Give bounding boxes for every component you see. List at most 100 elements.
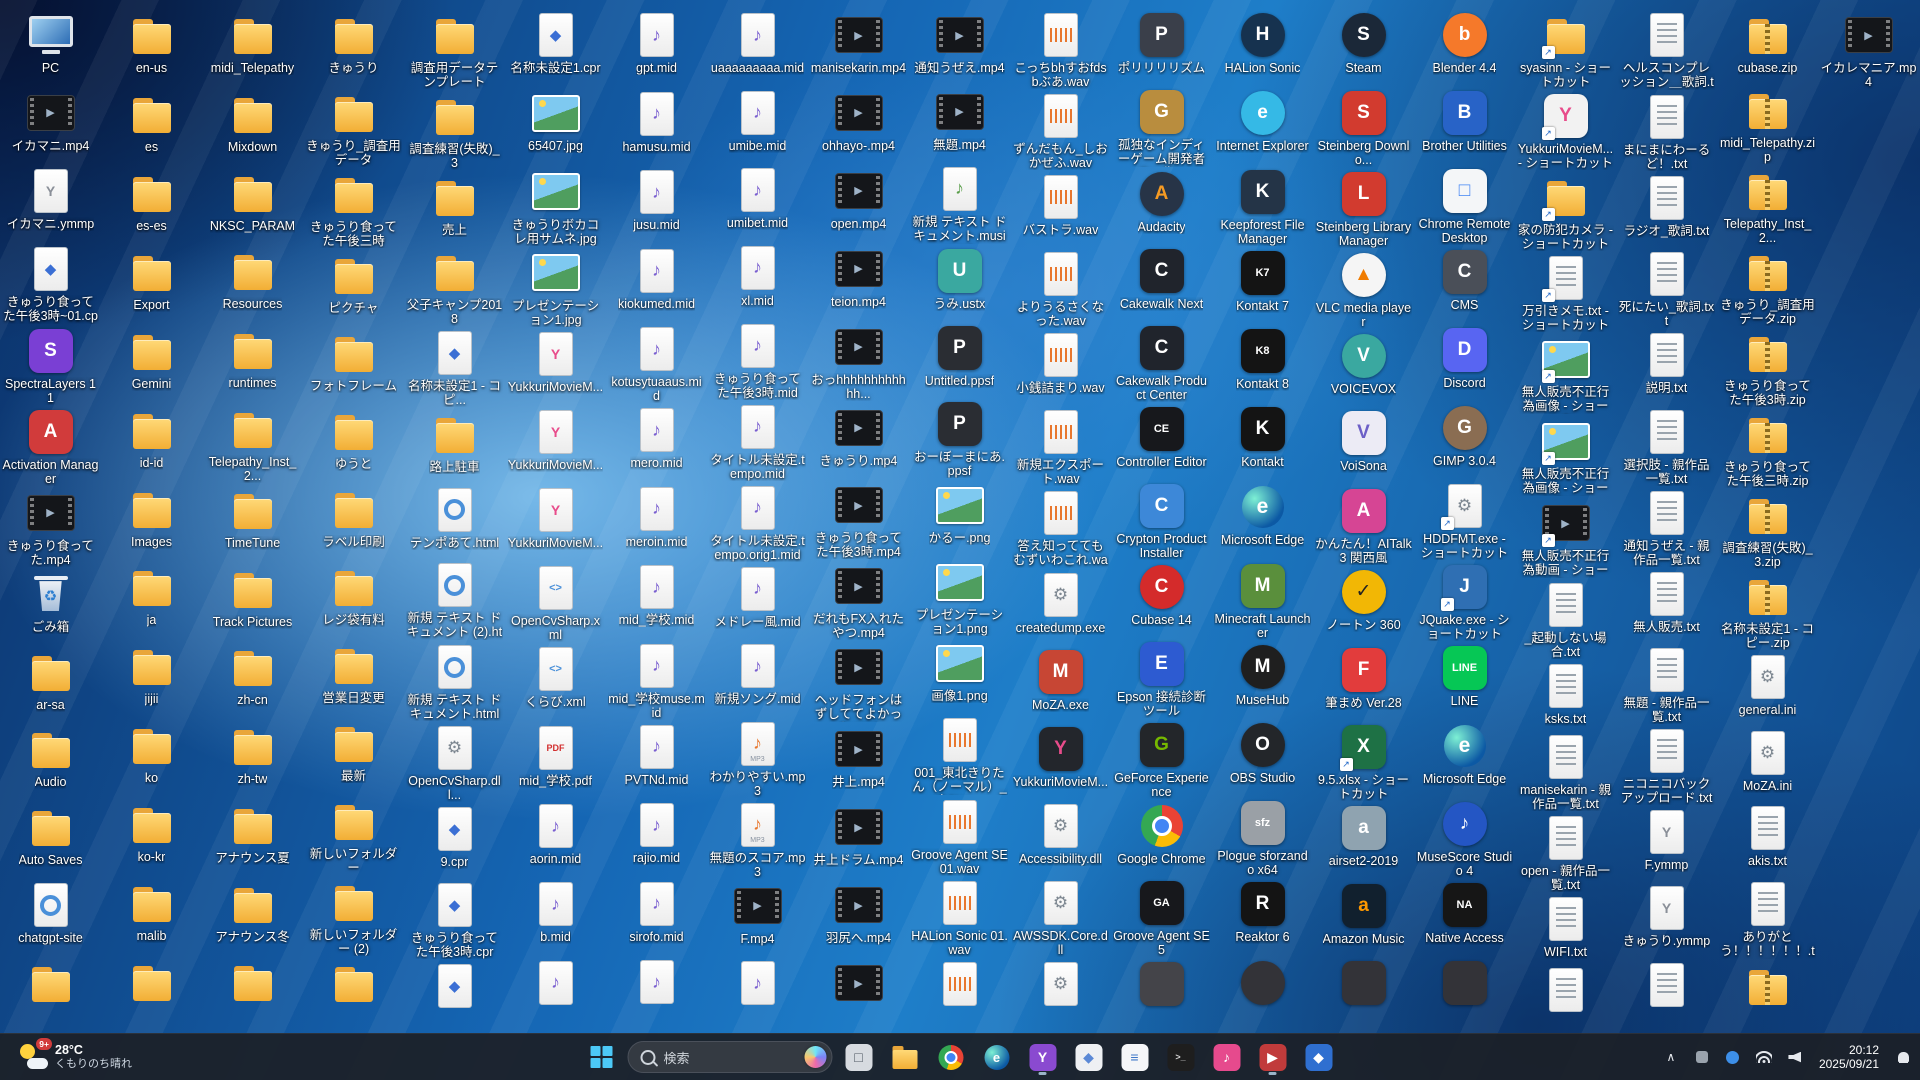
desktop-icon[interactable]: ♪ rajio.mid (606, 798, 707, 877)
desktop-wallpaper[interactable]: { "desktop": { "columns": [ {"items":[ {… (0, 0, 1920, 1080)
desktop-icon[interactable]: P Untitled.ppsf (909, 321, 1010, 398)
desktop-icon[interactable]: まにまにわーるど！.txt (1616, 90, 1717, 171)
desktop-icon[interactable]: ▶ きゅうり食ってた.mp4 (0, 486, 101, 567)
desktop-icon[interactable]: ♪ uaaaaaaaaa.mid (707, 8, 808, 86)
desktop-icon[interactable]: H HALion Sonic (1212, 8, 1313, 86)
desktop-icon[interactable]: 売上 (404, 170, 505, 245)
desktop-icon[interactable]: ♪ mero.mid (606, 403, 707, 482)
desktop-icon[interactable] (303, 956, 404, 1034)
desktop-icon[interactable]: es-es (101, 166, 202, 245)
desktop-icon[interactable]: 父子キャンプ2018 (404, 245, 505, 326)
desktop-icon[interactable]: e Microsoft Edge (1414, 719, 1515, 797)
desktop-icon[interactable] (1515, 963, 1616, 1034)
edge[interactable]: e (977, 1037, 1017, 1077)
desktop-icon[interactable]: ▶ F.mp4 (707, 879, 808, 957)
desktop-icon[interactable]: ✓ ノートン 360 (1313, 565, 1414, 643)
desktop-icon[interactable]: ⚙ AWSSDK.Core.dll (1010, 876, 1111, 957)
desktop-icon[interactable]: ♪ b.mid (505, 877, 606, 955)
desktop-icon[interactable]: M MoZA.exe (1010, 645, 1111, 722)
desktop-icon[interactable]: きゅうり食ってた午後三時 (303, 167, 404, 248)
desktop-icon[interactable]: sfz Plogue sforzando x64 (1212, 796, 1313, 877)
desktop-icon[interactable]: 死にたい_歌詞.txt (1616, 247, 1717, 328)
desktop-icon[interactable]: P おーぼーまにあ.ppsf (909, 397, 1010, 478)
desktop-icon[interactable]: Groove Agent SE 01.wav (909, 795, 1010, 876)
desktop-icon[interactable]: ↗ 万引きメモ.txt - ショートカット (1515, 251, 1616, 332)
desktop-icon[interactable]: ピクチャ (303, 248, 404, 326)
notification-bell-icon[interactable] (1892, 1042, 1914, 1072)
desktop-icon[interactable]: ▶ 羽尻へ.mp4 (808, 878, 909, 956)
desktop-icon[interactable]: LINE LINE (1414, 641, 1515, 719)
desktop-icon[interactable]: G孤独なインディーゲーム開発者の一生... (1111, 85, 1212, 167)
copilot-icon[interactable] (804, 1046, 827, 1068)
desktop-icon[interactable]: ♪ (505, 956, 606, 1034)
desktop-icon[interactable]: ja (101, 560, 202, 639)
desktop-icon[interactable]: M Minecraft Launcher (1212, 559, 1313, 640)
desktop-icon[interactable] (1414, 956, 1515, 1034)
desktop-icon[interactable]: ⚙ MoZA.ini (1717, 726, 1818, 801)
desktop-icon[interactable] (101, 955, 202, 1034)
desktop-icon[interactable]: ♻ ごみ箱 (0, 567, 101, 645)
desktop-icon[interactable]: PDF mid_学校.pdf (505, 721, 606, 799)
desktop-icon[interactable]: きゅうり食ってた午後三時.zip (1717, 407, 1818, 488)
desktop-icon[interactable]: よりうるさくなった.wav (1010, 247, 1111, 328)
desktop-icon[interactable]: WIFI.txt (1515, 892, 1616, 963)
desktop-icon[interactable]: NKSC_PARAM (202, 166, 303, 245)
wifi-icon[interactable] (1753, 1042, 1775, 1072)
desktop-icon[interactable]: ⚙ general.ini (1717, 650, 1818, 725)
desktop-icon[interactable]: ▶ 井上.mp4 (808, 722, 909, 800)
desktop-icon[interactable]: ♪ (707, 956, 808, 1034)
desktop-icon[interactable]: malib (101, 876, 202, 955)
desktop-icon[interactable]: J ↗ JQuake.exe - ショートカット (1414, 560, 1515, 641)
desktop-icon[interactable]: S SpectraLayers 11 (0, 324, 101, 405)
desktop-icon[interactable]: GA Groove Agent SE 5 (1111, 876, 1212, 957)
desktop-icon[interactable] (1616, 958, 1717, 1034)
desktop-icon[interactable]: アナウンス冬 (202, 877, 303, 956)
desktop-icon[interactable]: ♪ 新規ソング.mid (707, 639, 808, 717)
desktop-icon[interactable]: ♪ jusu.mid (606, 165, 707, 244)
desktop-icon[interactable]: ♪ タイトル未設定.tempo.mid (707, 400, 808, 481)
desktop-icon[interactable]: R Reaktor 6 (1212, 877, 1313, 955)
desktop-icon[interactable]: 説明.txt (1616, 328, 1717, 404)
desktop-icon[interactable]: 答え知っててもむずいわこれ.wav (1010, 486, 1111, 568)
desktop-icon[interactable]: id-id (101, 403, 202, 482)
desktop-icon[interactable]: ▶ ohhayo-.mp4 (808, 86, 909, 164)
desktop-icon[interactable]: ◆ 9.cpr (404, 802, 505, 877)
desktop-icon[interactable]: ⚙ OpenCvSharp.dll... (404, 721, 505, 802)
desktop-icon[interactable]: 営業日変更 (303, 638, 404, 716)
desktop-icon[interactable]: ♪ sirofo.mid (606, 877, 707, 956)
desktop-icon[interactable]: 路上駐車 (404, 407, 505, 482)
desktop-icon[interactable]: 新規エクスポート.wav (1010, 405, 1111, 486)
blue-app[interactable]: ◆ (1299, 1037, 1339, 1077)
desktop-icon[interactable]: ⚙ ↗ HDDFMT.exe - ショートカット (1414, 479, 1515, 560)
video-editor-app[interactable]: Y (1023, 1037, 1063, 1077)
desktop-icon[interactable]: ◆きゅうり食ってた午後3時~01.cpr (0, 242, 101, 324)
desktop-icon[interactable]: D Discord (1414, 323, 1515, 401)
desktop-icon[interactable]: ♪ メドレー風.mid (707, 562, 808, 640)
desktop-icon[interactable]: manisekarin - 親作品一覧.txt (1515, 730, 1616, 811)
desktop-icon[interactable]: アナウンス夏 (202, 798, 303, 877)
desktop-icon[interactable]: M MuseHub (1212, 640, 1313, 718)
desktop-icon[interactable]: ▶ 井上ドラム.mp4 (808, 800, 909, 878)
desktop-icon[interactable]: V VOICEVOX (1313, 329, 1414, 407)
desktop-icon[interactable]: A Activation Manager (0, 405, 101, 486)
desktop-icon[interactable]: Resources (202, 244, 303, 323)
tray-blue-app-icon[interactable] (1722, 1042, 1744, 1072)
desktop-icon[interactable]: runtimes (202, 323, 303, 402)
desktop-icon[interactable]: 新しいフォルダー (2) (303, 875, 404, 956)
desktop-icon[interactable]: chatgpt-site (0, 878, 101, 956)
desktop-icon[interactable]: NA Native Access (1414, 878, 1515, 956)
desktop-icon[interactable]: zh-cn (202, 640, 303, 719)
desktop-icon[interactable]: ♪ xl.mid (707, 241, 808, 319)
music-app[interactable]: ♪ (1207, 1037, 1247, 1077)
desktop-icon[interactable]: ♪ aorin.mid (505, 799, 606, 877)
desktop-icon[interactable]: ♪新規 テキスト ドキュメント.musicxml (909, 162, 1010, 244)
desktop-icon[interactable]: G GIMP 3.0.4 (1414, 401, 1515, 479)
desktop-icon[interactable]: midi_Telepathy (202, 8, 303, 87)
desktop-icon[interactable]: Telepathy_Inst_2... (202, 402, 303, 483)
desktop-icon[interactable]: ゆうと (303, 404, 404, 482)
desktop-icon[interactable]: テンポあて.html (404, 483, 505, 558)
desktop-icon[interactable]: きゅうり食ってた午後3時.zip (1717, 326, 1818, 407)
desktop-icon[interactable]: きゅうり (303, 8, 404, 86)
desktop-icon[interactable]: ▶ おっhhhhhhhhhhhh... (808, 320, 909, 401)
desktop-icon[interactable]: ラベル印刷 (303, 482, 404, 560)
